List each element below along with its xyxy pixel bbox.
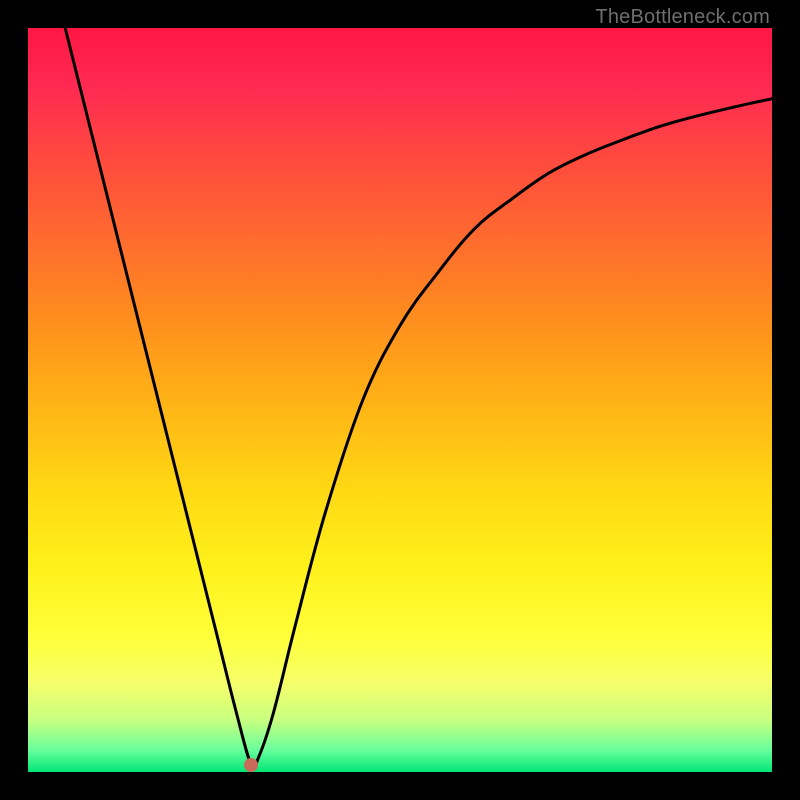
chart-frame: TheBottleneck.com [0,0,800,800]
optimal-point-marker [244,758,258,772]
bottleneck-curve [65,28,772,768]
plot-area [28,28,772,772]
curve-svg [28,28,772,772]
watermark-text: TheBottleneck.com [595,6,770,29]
